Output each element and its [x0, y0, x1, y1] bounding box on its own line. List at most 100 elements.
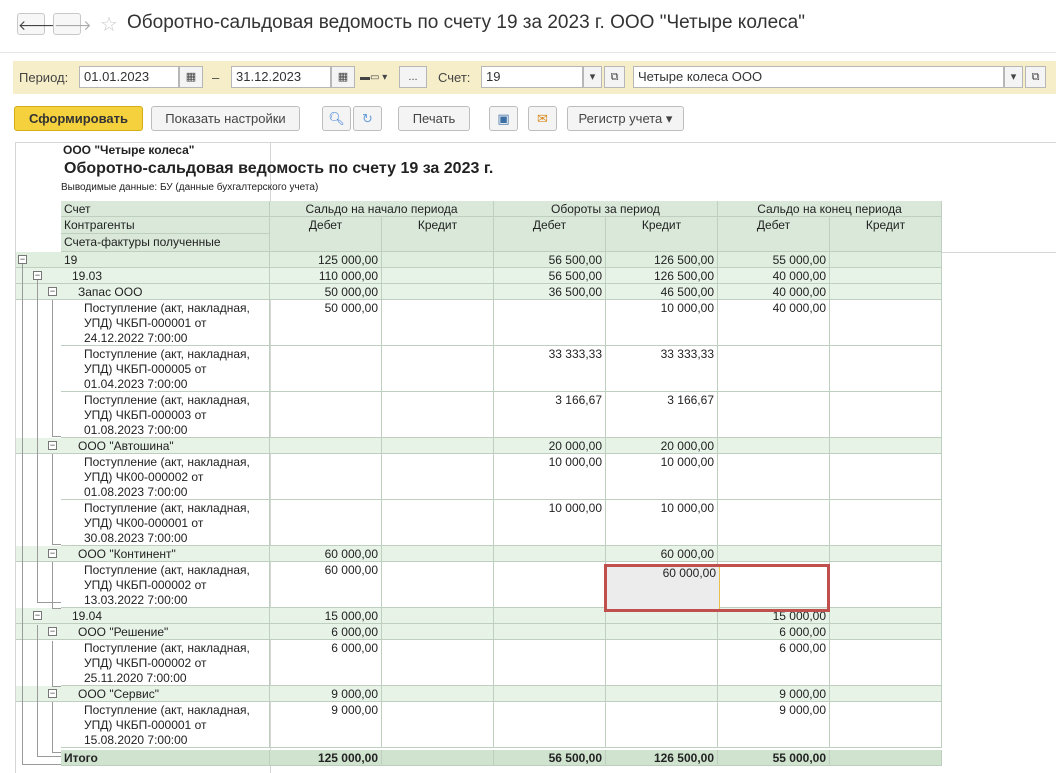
amount-cell[interactable] [830, 346, 942, 392]
amount-cell[interactable] [382, 702, 494, 748]
amount-cell[interactable] [718, 392, 830, 438]
amount-cell[interactable]: 55 000,00 [718, 252, 830, 268]
group-row-label[interactable]: ООО "Сервис" [61, 686, 270, 702]
show-settings-button[interactable]: Показать настройки [151, 106, 300, 131]
collapse-toggle-icon[interactable]: − [48, 627, 57, 636]
amount-cell[interactable]: 60 000,00 [270, 546, 382, 562]
document-row-label[interactable]: Поступление (акт, накладная, УПД) ЧКБП-0… [61, 392, 270, 438]
group-row-label[interactable]: Запас ООО [61, 284, 270, 300]
amount-cell[interactable]: 10 000,00 [606, 500, 718, 546]
amount-cell[interactable] [270, 346, 382, 392]
amount-cell[interactable] [382, 640, 494, 686]
amount-cell[interactable]: 15 000,00 [270, 608, 382, 624]
period-variant-dropdown-icon[interactable]: ▬▭ ▾ [360, 72, 390, 86]
amount-cell[interactable] [382, 562, 494, 608]
amount-cell[interactable] [382, 454, 494, 500]
amount-cell[interactable] [830, 284, 942, 300]
organization-field[interactable]: Четыре колеса ООО [633, 66, 1004, 88]
amount-cell[interactable] [718, 546, 830, 562]
chevron-down-icon[interactable]: ▾ [1004, 66, 1023, 88]
forward-button[interactable]: 🡒 [53, 13, 92, 35]
date-to-field[interactable]: 31.12.2023 [231, 66, 331, 88]
amount-cell[interactable]: 6 000,00 [718, 624, 830, 640]
favorite-star-icon[interactable]: ☆ [100, 12, 118, 37]
calendar-icon[interactable]: ▦ [331, 66, 355, 88]
amount-cell[interactable] [382, 500, 494, 546]
amount-cell[interactable] [382, 438, 494, 454]
group-row-label[interactable]: 19 [61, 252, 270, 268]
amount-cell[interactable]: 50 000,00 [270, 300, 382, 346]
amount-cell[interactable] [270, 454, 382, 500]
amount-cell[interactable]: 33 333,33 [606, 346, 718, 392]
print-button[interactable]: Печать [398, 106, 470, 131]
amount-cell[interactable] [382, 300, 494, 346]
amount-cell[interactable] [494, 546, 606, 562]
amount-cell[interactable]: 6 000,00 [718, 640, 830, 686]
amount-cell[interactable]: 10 000,00 [606, 454, 718, 500]
amount-cell[interactable]: 9 000,00 [270, 702, 382, 748]
amount-cell[interactable] [830, 500, 942, 546]
amount-cell[interactable] [606, 640, 718, 686]
amount-cell[interactable] [830, 454, 942, 500]
amount-cell[interactable] [382, 268, 494, 284]
back-button[interactable]: 🡐 [17, 13, 56, 35]
amount-cell[interactable]: 6 000,00 [270, 624, 382, 640]
amount-cell[interactable]: 3 166,67 [606, 392, 718, 438]
amount-cell[interactable] [382, 686, 494, 702]
collapse-toggle-icon[interactable]: − [48, 287, 57, 296]
amount-cell[interactable]: 40 000,00 [718, 300, 830, 346]
amount-cell[interactable] [830, 562, 942, 608]
amount-cell[interactable] [830, 392, 942, 438]
amount-cell[interactable]: 46 500,00 [606, 284, 718, 300]
amount-cell[interactable] [270, 392, 382, 438]
amount-cell[interactable]: 3 166,67 [494, 392, 606, 438]
amount-cell[interactable] [494, 300, 606, 346]
amount-cell[interactable] [718, 454, 830, 500]
date-from-field[interactable]: 01.01.2023 [79, 66, 179, 88]
amount-cell[interactable] [830, 702, 942, 748]
amount-cell[interactable] [830, 438, 942, 454]
amount-cell[interactable] [494, 640, 606, 686]
document-row-label[interactable]: Поступление (акт, накладная, УПД) ЧКБП-0… [61, 702, 270, 748]
amount-cell[interactable] [718, 438, 830, 454]
amount-cell[interactable] [494, 624, 606, 640]
amount-cell[interactable] [382, 608, 494, 624]
amount-cell[interactable] [718, 346, 830, 392]
amount-cell[interactable] [830, 624, 942, 640]
amount-cell[interactable] [270, 500, 382, 546]
amount-cell[interactable]: 125 000,00 [270, 252, 382, 268]
collapse-toggle-icon[interactable]: − [33, 611, 42, 620]
amount-cell[interactable]: 126 500,00 [606, 252, 718, 268]
amount-cell[interactable]: 20 000,00 [606, 438, 718, 454]
amount-cell[interactable] [494, 686, 606, 702]
amount-cell[interactable]: 33 333,33 [494, 346, 606, 392]
amount-cell[interactable]: 9 000,00 [270, 686, 382, 702]
collapse-toggle-icon[interactable]: − [33, 271, 42, 280]
amount-cell[interactable] [606, 702, 718, 748]
amount-cell[interactable] [382, 392, 494, 438]
amount-cell[interactable] [606, 624, 718, 640]
amount-cell[interactable] [494, 562, 606, 608]
search-icon[interactable]: 🔍︎ [322, 106, 351, 131]
amount-cell[interactable] [382, 546, 494, 562]
amount-cell[interactable] [494, 608, 606, 624]
amount-cell[interactable]: 6 000,00 [270, 640, 382, 686]
amount-cell[interactable] [494, 702, 606, 748]
amount-cell[interactable]: 10 000,00 [606, 300, 718, 346]
chevron-down-icon[interactable]: ▾ [583, 66, 602, 88]
amount-cell[interactable] [382, 346, 494, 392]
document-row-label[interactable]: Поступление (акт, накладная, УПД) ЧК00-0… [61, 500, 270, 546]
open-icon[interactable]: ⧉ [1025, 66, 1046, 88]
group-row-label[interactable]: 19.03 [61, 268, 270, 284]
amount-cell[interactable] [382, 284, 494, 300]
document-row-label[interactable]: Поступление (акт, накладная, УПД) ЧКБП-0… [61, 346, 270, 392]
amount-cell[interactable] [830, 640, 942, 686]
open-icon[interactable]: ⧉ [604, 66, 625, 88]
collapse-toggle-icon[interactable]: − [48, 689, 57, 698]
amount-cell[interactable] [382, 624, 494, 640]
amount-cell[interactable]: 36 500,00 [494, 284, 606, 300]
amount-cell[interactable]: 10 000,00 [494, 500, 606, 546]
amount-cell[interactable] [830, 686, 942, 702]
amount-cell[interactable] [830, 268, 942, 284]
amount-cell[interactable]: 40 000,00 [718, 268, 830, 284]
